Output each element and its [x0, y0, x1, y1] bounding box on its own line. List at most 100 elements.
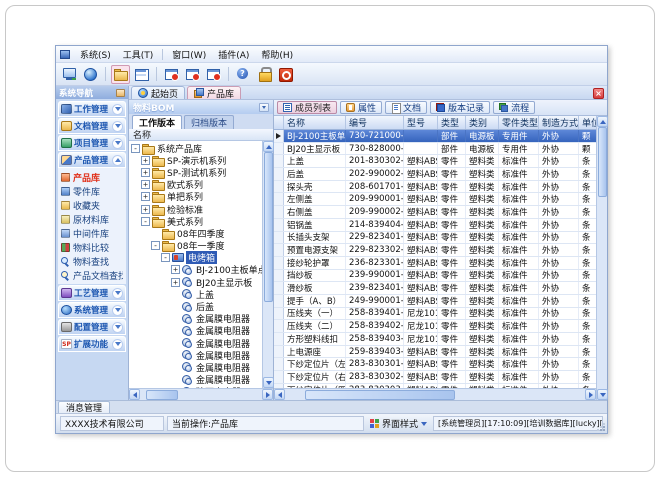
- tree-node[interactable]: 后盖: [129, 300, 262, 312]
- column-header[interactable]: 类型: [438, 116, 466, 129]
- tree-column-header[interactable]: 名称: [129, 129, 273, 141]
- grid-vscrollbar[interactable]: [596, 116, 607, 400]
- chevron-down-icon[interactable]: [112, 339, 123, 350]
- detail-tab[interactable]: 流程: [493, 101, 535, 114]
- detail-tab[interactable]: 版本记录: [430, 101, 490, 114]
- scroll-track[interactable]: [597, 197, 607, 389]
- menu-item[interactable]: 工具(T): [117, 47, 160, 62]
- scroll-track[interactable]: [263, 302, 273, 377]
- sidebar-group-header[interactable]: SP扩展功能: [58, 336, 126, 352]
- scroll-down-button[interactable]: [597, 389, 608, 400]
- menu-item[interactable]: 窗口(W): [166, 47, 212, 62]
- menu-item[interactable]: 系统(S): [74, 47, 117, 62]
- table-row[interactable]: 上电源座259-839403-00X塑料ABS零件塑料类标准件外协条: [274, 346, 596, 359]
- window-badge-button[interactable]: [183, 65, 202, 84]
- globe-button[interactable]: [81, 65, 100, 84]
- open-folder-button[interactable]: [111, 65, 130, 84]
- tree-expander[interactable]: +: [141, 180, 150, 189]
- table-row[interactable]: 长插头支架229-823401-00X塑料ABS零件塑料类标准件外协条: [274, 232, 596, 245]
- sidebar-item-产品文档查找[interactable]: 产品文档查找: [58, 268, 126, 282]
- tree-node[interactable]: -系统产品库: [129, 142, 262, 154]
- sidebar-item-原材料库[interactable]: 原材料库: [58, 212, 126, 226]
- detail-tab[interactable]: 成员列表: [277, 101, 337, 114]
- sidebar-item-收藏夹[interactable]: 收藏夹: [58, 198, 126, 212]
- sidebar-item-物料查找[interactable]: 物料查找: [58, 254, 126, 268]
- detail-tab[interactable]: 属性: [340, 101, 382, 114]
- version-tab[interactable]: 工作版本: [132, 115, 182, 129]
- scroll-thumb[interactable]: [146, 390, 178, 400]
- table-row[interactable]: BJ-2100主板单点730-721000-12X部件电源板专用件外协颗: [274, 130, 596, 143]
- tree-node[interactable]: +BJ-2100主板单点: [129, 264, 262, 276]
- sidebar-group-header[interactable]: 项目管理: [58, 135, 126, 151]
- doc-tab[interactable]: 起始页: [131, 86, 185, 99]
- tree-node[interactable]: +SP-演示机系列: [129, 154, 262, 166]
- scroll-track[interactable]: [285, 389, 305, 400]
- chevron-down-icon[interactable]: [112, 121, 123, 132]
- menu-item[interactable]: 帮助(H): [255, 47, 299, 62]
- menu-item[interactable]: 插件(A): [212, 47, 255, 62]
- column-header[interactable]: 名称: [284, 116, 346, 129]
- tree-node[interactable]: 金属膜电阻器: [129, 325, 262, 337]
- scroll-track[interactable]: [178, 389, 262, 400]
- tree-node[interactable]: 08年四季度: [129, 227, 262, 239]
- table-row[interactable]: 左侧盖209-990001-01X塑料ABS零件塑料类标准件外协条: [274, 193, 596, 206]
- chevron-down-icon[interactable]: [112, 138, 123, 149]
- tree-expander[interactable]: -: [151, 241, 160, 250]
- scroll-up-button[interactable]: [597, 116, 608, 127]
- lock-button[interactable]: [255, 65, 274, 84]
- scroll-right-button[interactable]: [262, 389, 273, 400]
- chevron-down-icon[interactable]: [112, 288, 123, 299]
- tree-node[interactable]: 金属膜电阻器: [129, 337, 262, 349]
- tree-expander[interactable]: +: [171, 265, 180, 274]
- tree-node[interactable]: -电烤箱: [129, 252, 262, 264]
- sidebar-group-header[interactable]: 工作管理: [58, 101, 126, 117]
- table-row[interactable]: 下纱定位片（左）283-830301-00X塑料ABS零件塑料类标准件外协条: [274, 358, 596, 371]
- table-row[interactable]: 右侧盖209-990002-01X塑料ABS零件塑料类标准件外协条: [274, 206, 596, 219]
- scroll-up-button[interactable]: [263, 141, 274, 152]
- tree-vscrollbar[interactable]: [262, 141, 273, 388]
- tree-expander[interactable]: +: [141, 205, 150, 214]
- bom-panel-collapse-button[interactable]: [259, 103, 269, 112]
- tree-node[interactable]: -美式系列: [129, 215, 262, 227]
- detail-tab[interactable]: 文档: [385, 101, 427, 114]
- sidebar-item-产品库[interactable]: 产品库: [58, 170, 126, 184]
- table-row[interactable]: 压线夹（二）258-839402-00X尼龙1010零件塑料类标准件外协条: [274, 320, 596, 333]
- tree-expander[interactable]: -: [141, 217, 150, 226]
- column-header[interactable]: 单位: [579, 116, 596, 129]
- tree-node[interactable]: -08年一季度: [129, 240, 262, 252]
- tree-node[interactable]: 金属膜电阻器: [129, 313, 262, 325]
- scroll-thumb[interactable]: [305, 390, 455, 400]
- sidebar-group-header[interactable]: 系统管理: [58, 302, 126, 318]
- tree-node[interactable]: 金属膜电阻器: [129, 374, 262, 386]
- table-row[interactable]: BJ20主显示板730-828000-04X部件电源板专用件外协颗: [274, 143, 596, 156]
- window-badge-button[interactable]: [162, 65, 181, 84]
- chevron-down-icon[interactable]: [112, 104, 123, 115]
- sidebar-item-零件库[interactable]: 零件库: [58, 184, 126, 198]
- table-row[interactable]: 预置电源支架229-823302-00X塑料ABS零件塑料类标准件外协条: [274, 244, 596, 257]
- scroll-left-button[interactable]: [274, 389, 285, 400]
- monitor-button[interactable]: [60, 65, 79, 84]
- grid-window-button[interactable]: [132, 65, 151, 84]
- tree-node[interactable]: 金属膜电阻器: [129, 361, 262, 373]
- tree-node[interactable]: +欧式系列: [129, 179, 262, 191]
- sidebar-menu-button[interactable]: [116, 89, 125, 97]
- sidebar-group-header[interactable]: 工艺管理: [58, 285, 126, 301]
- column-header[interactable]: 类别: [466, 116, 499, 129]
- chevron-down-icon[interactable]: [112, 305, 123, 316]
- close-tab-button[interactable]: ×: [593, 88, 604, 99]
- grid-hscrollbar[interactable]: [274, 388, 596, 400]
- doc-tab[interactable]: 产品库: [187, 86, 241, 99]
- message-manage-tab[interactable]: 消息管理: [58, 401, 110, 413]
- tree-node[interactable]: 金属膜电阻器: [129, 349, 262, 361]
- tree-expander[interactable]: +: [141, 192, 150, 201]
- tree-node[interactable]: 上盖: [129, 288, 262, 300]
- sidebar-group-header[interactable]: 配置管理: [58, 319, 126, 335]
- tree-expander[interactable]: -: [131, 144, 140, 153]
- table-row[interactable]: 压线夹（一）258-839401-00X尼龙1010零件塑料类标准件外协条: [274, 308, 596, 321]
- table-row[interactable]: 滑纱板239-823401-00X塑料ABS零件塑料类标准件外协条: [274, 282, 596, 295]
- sidebar-item-物料比较[interactable]: 物料比较: [58, 240, 126, 254]
- version-tab[interactable]: 归档版本: [184, 115, 234, 129]
- scroll-down-button[interactable]: [263, 377, 274, 388]
- column-header[interactable]: 型号: [404, 116, 438, 129]
- table-row[interactable]: 上盖201-830302-00X塑料ABS零件塑料类标准件外协条: [274, 155, 596, 168]
